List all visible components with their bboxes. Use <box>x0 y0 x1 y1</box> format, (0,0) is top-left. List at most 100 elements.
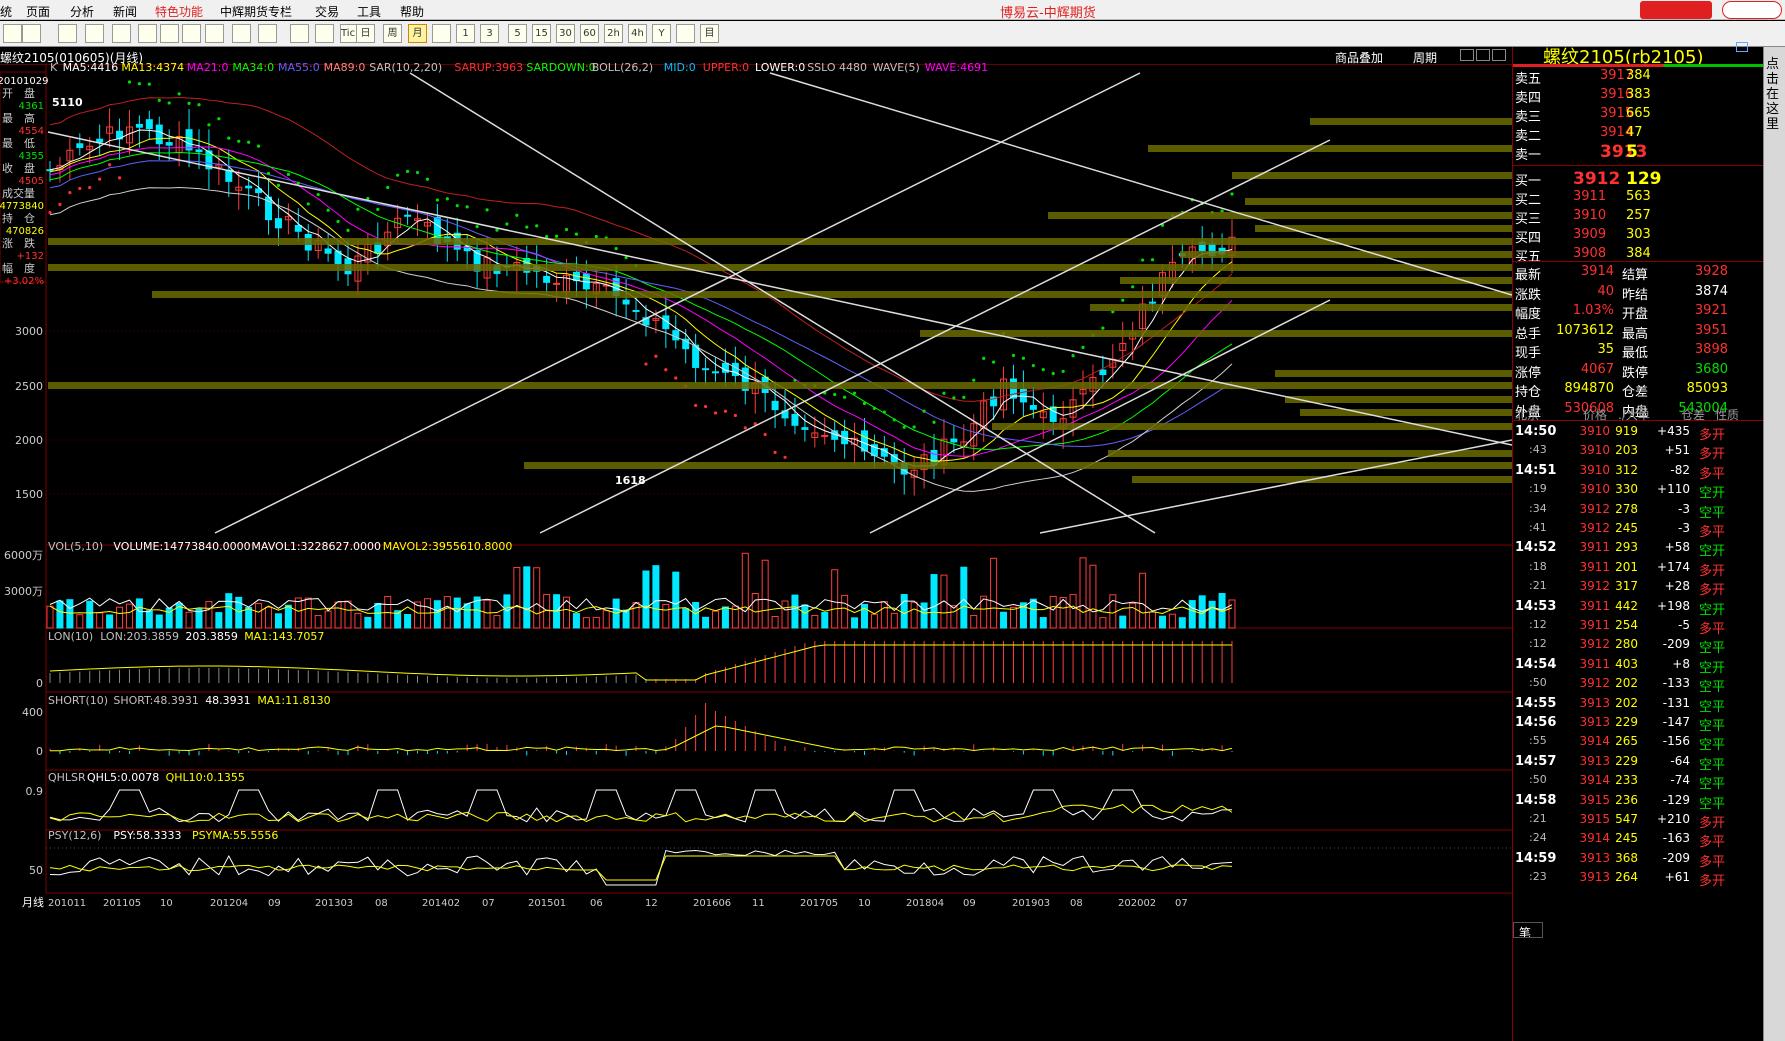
toolbar-button-9[interactable] <box>232 24 251 43</box>
sar-dot <box>157 98 161 102</box>
toolbar-button-8[interactable] <box>205 24 224 43</box>
toolbar-button-4[interactable] <box>112 24 131 43</box>
tick-nature: 空平 <box>1699 641 1726 657</box>
toolbar-button-14[interactable]: 日 <box>356 24 375 43</box>
qhl-indicator-2: QHL10:0.1355 <box>166 771 245 784</box>
ticks-header-3: 仓差 <box>1681 408 1706 422</box>
sar-dot <box>505 222 509 226</box>
menu-news[interactable]: 新闻 <box>113 3 137 20</box>
sar-dot <box>326 208 330 212</box>
toolbar-button-28[interactable]: 目 <box>700 24 719 43</box>
menu-analysis[interactable]: 分析 <box>70 3 94 20</box>
tick-volume: 278 <box>1615 501 1638 516</box>
info-value: 4554 <box>19 126 44 137</box>
stat-label: 持仓 <box>1515 385 1542 400</box>
tick-volume: 317 <box>1615 579 1638 594</box>
tick-volume: 330 <box>1615 482 1638 497</box>
tick-oi-change: -64 <box>1670 753 1690 768</box>
volume-profile-bar <box>1148 145 1512 152</box>
volume-bar <box>155 614 163 629</box>
toolbar-button-6[interactable] <box>160 24 179 43</box>
sar-dot <box>187 101 191 105</box>
sar-dot <box>107 163 112 167</box>
sar-dot <box>376 207 380 212</box>
toolbar-button-21[interactable]: 15 <box>532 24 551 43</box>
volume-bar <box>215 612 223 629</box>
toolbar-button-24[interactable]: 2h <box>604 24 623 43</box>
toolbar-button-19[interactable]: 3 <box>480 24 499 43</box>
volume-bar <box>950 605 958 629</box>
volume-bar <box>225 593 233 629</box>
sar-dot <box>1150 258 1155 262</box>
toolbar-button-20[interactable]: 5 <box>508 24 527 43</box>
tick-price: 3914 <box>1579 773 1610 788</box>
sar-dot <box>1021 356 1026 360</box>
menu-help[interactable]: 帮助 <box>400 3 424 20</box>
tick-time: :41 <box>1529 521 1547 534</box>
right-tab[interactable]: 点击在这里 <box>1763 47 1785 1041</box>
menu-tools[interactable]: 工具 <box>357 3 381 20</box>
tick-time: :12 <box>1529 618 1547 631</box>
chart-area[interactable]: K MA5:4416 MA13:4374 MA21:0 MA34:0 MA55:0 MA89… <box>0 47 1512 1041</box>
tick-tab-frame[interactable] <box>1513 922 1543 938</box>
candle-body <box>96 138 104 143</box>
tick-oi-change: +8 <box>1672 656 1690 671</box>
main-indicator-15: WAVE(5) <box>873 61 920 74</box>
toolbar-button-2[interactable] <box>58 24 77 43</box>
toolbar-button-10[interactable] <box>258 24 277 43</box>
stat-value: 1073612 <box>1556 322 1614 338</box>
stat-label: 最低 <box>1622 346 1649 361</box>
sar-dot <box>227 136 231 140</box>
toolbar-button-18[interactable]: 1 <box>456 24 475 43</box>
bid-price: 3912 <box>1573 169 1621 189</box>
toolbar-button-7[interactable] <box>182 24 201 43</box>
menu-trade[interactable]: 交易 <box>315 3 339 20</box>
sar-dot <box>713 411 718 415</box>
toolbar-button-17[interactable] <box>432 24 451 43</box>
main-indicator-3: MA21:0 <box>187 61 229 74</box>
toolbar-button-23[interactable]: 60 <box>580 24 599 43</box>
candle-body <box>702 368 710 371</box>
tick-oi-change: +198 <box>1657 598 1690 613</box>
toolbar-button-12[interactable] <box>315 24 334 43</box>
candle-body <box>195 149 203 153</box>
volume-bar <box>324 610 332 629</box>
toolbar-button-0[interactable] <box>3 24 22 43</box>
toolbar-button-22[interactable]: 30 <box>556 24 575 43</box>
menu-features[interactable]: 特色功能 <box>155 3 203 20</box>
tick-oi-change: -163 <box>1662 831 1690 846</box>
toolbar-button-1[interactable] <box>22 24 41 43</box>
tick-nature: 空平 <box>1699 719 1726 734</box>
toolbar-button-16[interactable]: 月 <box>408 24 427 43</box>
toolbar-button-3[interactable] <box>85 24 104 43</box>
candle-body <box>76 143 84 148</box>
toolbar-button-26[interactable]: Y <box>652 24 671 43</box>
volume-bar <box>1178 617 1186 629</box>
sar-dot <box>78 186 82 191</box>
notice-icon[interactable] <box>1640 1 1712 19</box>
main-indicator-8: SARUP:3963 <box>454 61 523 74</box>
toolbar-button-15[interactable]: 周 <box>383 24 402 43</box>
x-tick-label: 10 <box>858 898 871 909</box>
volume-bar <box>910 601 918 629</box>
volume-bar <box>463 603 471 629</box>
toolbar-button-11[interactable] <box>290 24 309 43</box>
volume-bar <box>682 608 690 629</box>
sar-dot <box>1141 258 1145 262</box>
candle-body <box>860 430 868 452</box>
toolbar-button-5[interactable] <box>138 24 157 43</box>
qhl-axis-label: 0.9 <box>26 785 44 798</box>
toolbar-button-25[interactable]: 4h <box>628 24 647 43</box>
x-tick-label: 09 <box>963 898 976 909</box>
sar-dot <box>773 450 777 454</box>
toolbar-button-27[interactable] <box>676 24 695 43</box>
psy-indicator-2: PSYMA:55.5556 <box>192 829 278 842</box>
menu-page[interactable]: 页面 <box>26 3 50 20</box>
volume-bar <box>642 570 650 629</box>
panel-toggle-icon[interactable] <box>1736 42 1748 52</box>
stat-value: 3898 <box>1694 342 1728 357</box>
volume-profile-bar <box>1108 450 1512 457</box>
menu-fragment[interactable]: 统 <box>0 3 12 20</box>
sar-dot <box>117 176 122 180</box>
menu-column[interactable]: 中辉期货专栏 <box>220 3 292 20</box>
